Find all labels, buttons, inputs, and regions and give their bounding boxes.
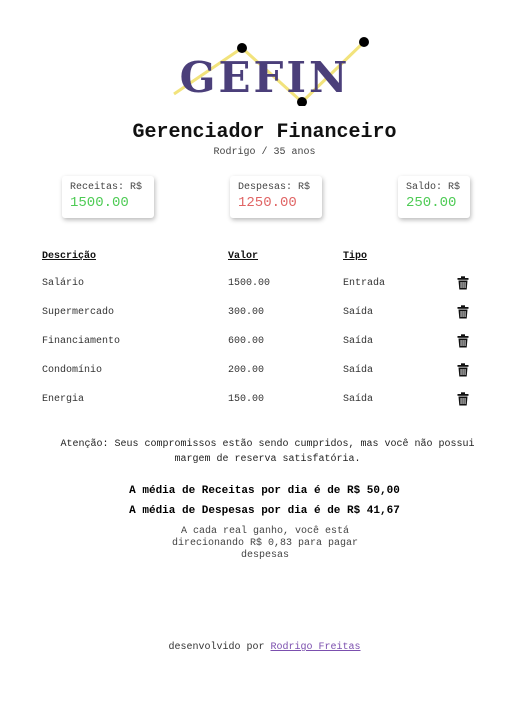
column-header-type: Tipo [343,251,368,262]
row-type: Saída [343,307,374,318]
footer: desenvolvido por Rodrigo Freitas [0,642,529,653]
row-value: 600.00 [228,336,265,347]
row-description: Salário [42,278,85,289]
row-value: 300.00 [228,307,265,318]
column-header-value: Valor [228,251,259,262]
logo-text: GEFIN [180,53,351,102]
income-label: Receitas: R$ [70,182,143,193]
row-type: Saída [343,336,374,347]
table-row: Condomínio 200.00 Saída [0,363,529,381]
row-type: Saída [343,365,374,376]
gefin-logo: GEFIN [173,37,369,106]
avg-expense-text: A média de Despesas por dia é de R$ 41,6… [129,505,400,517]
row-value: 200.00 [228,365,265,376]
trash-icon[interactable] [457,276,469,290]
row-description: Energia [42,394,85,405]
income-value: 1500.00 [70,195,129,211]
avg-income-text: A média de Receitas por dia é de R$ 50,0… [129,485,400,497]
balance-label: Saldo: R$ [406,182,461,193]
trash-icon[interactable] [457,392,469,406]
expense-value: 1250.00 [238,195,297,211]
table-row: Salário 1500.00 Entrada [0,276,529,294]
balance-value: 250.00 [406,195,457,211]
financial-notice: Atenção: Seus compromissos estão sendo c… [60,439,475,465]
expense-ratio-text: A cada real ganho, você está direcionand… [171,526,359,561]
income-card: Receitas: R$ 1500.00 [62,176,154,218]
table-row: Financiamento 600.00 Saída [0,334,529,352]
row-description: Condomínio [42,365,103,376]
row-description: Financiamento [42,336,121,347]
column-header-description: Descrição [42,251,97,262]
footer-credit: desenvolvido por [168,642,265,653]
row-type: Entrada [343,278,386,289]
expense-label: Despesas: R$ [238,182,311,193]
trash-icon[interactable] [457,305,469,319]
expense-card: Despesas: R$ 1250.00 [230,176,322,218]
row-value: 1500.00 [228,278,271,289]
table-row: Supermercado 300.00 Saída [0,305,529,323]
user-info: Rodrigo / 35 anos [213,147,316,158]
balance-card: Saldo: R$ 250.00 [398,176,470,218]
row-type: Saída [343,394,374,405]
page-title: Gerenciador Financeiro [132,121,397,144]
trash-icon[interactable] [457,334,469,348]
trash-icon[interactable] [457,363,469,377]
table-row: Energia 150.00 Saída [0,392,529,410]
row-description: Supermercado [42,307,115,318]
row-value: 150.00 [228,394,265,405]
author-link[interactable]: Rodrigo Freitas [271,642,361,653]
